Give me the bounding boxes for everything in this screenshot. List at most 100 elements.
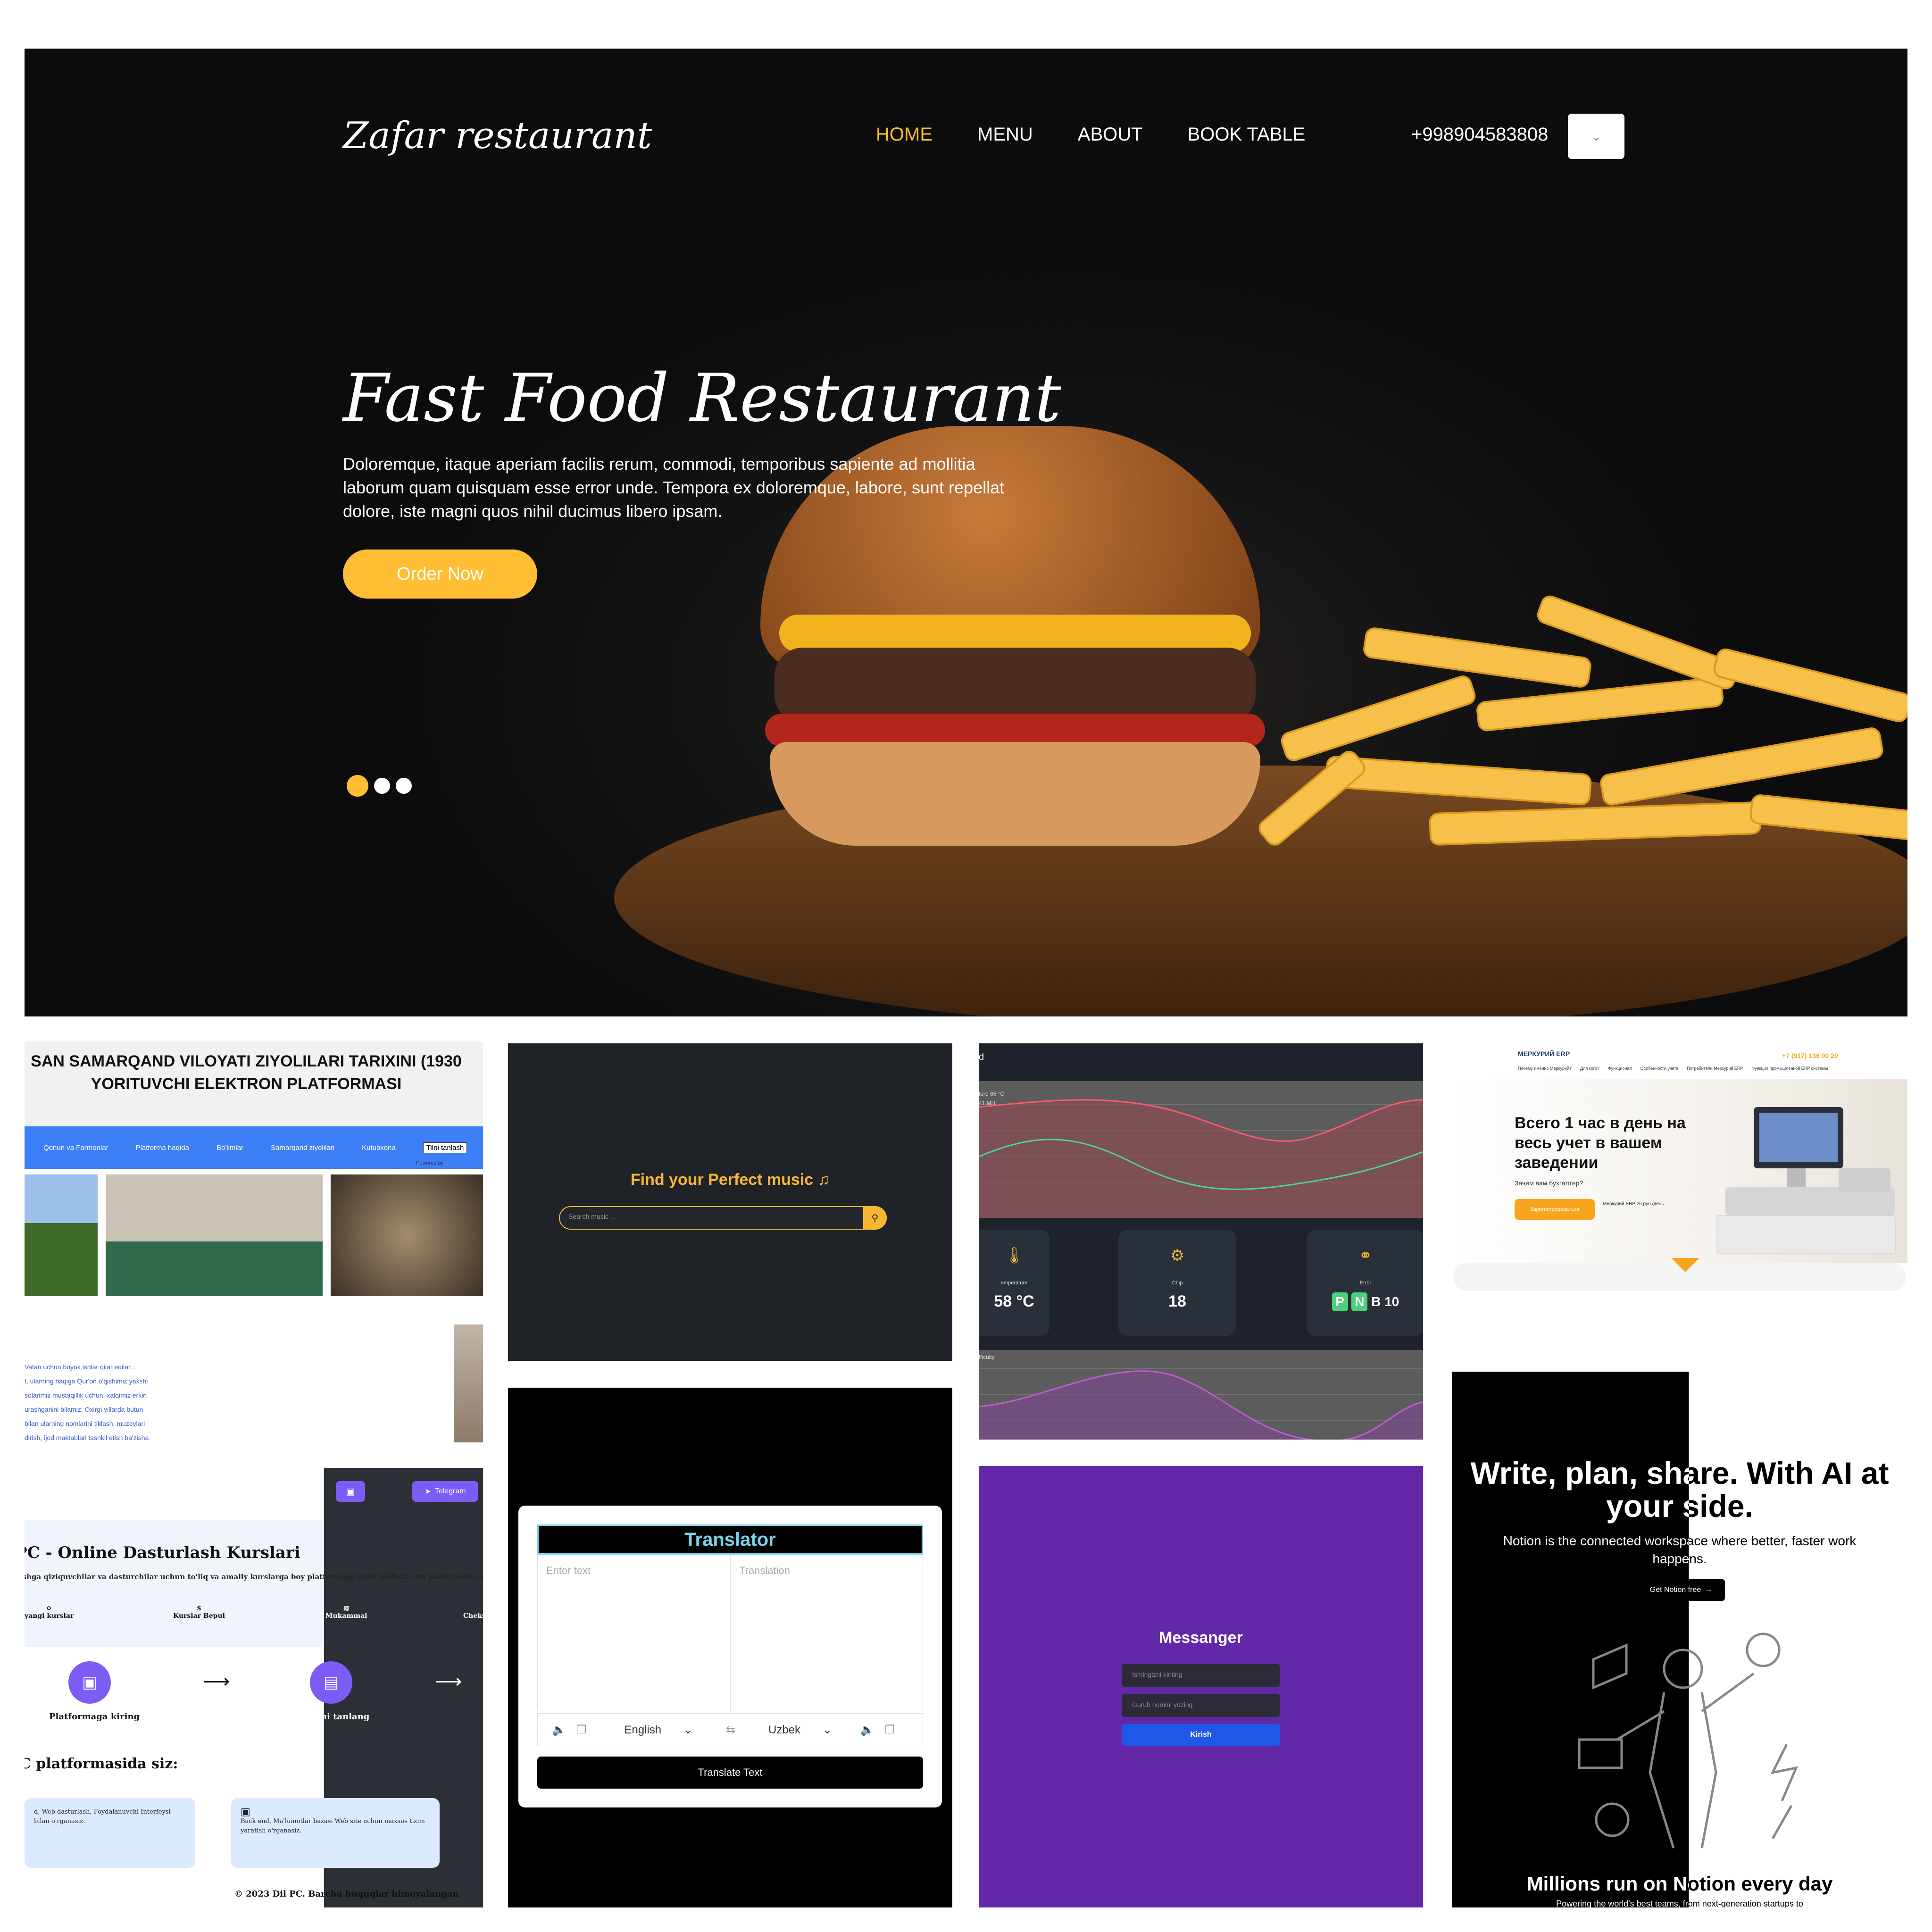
frontend-card[interactable]: d, Web dasturlash, Foydalanuvchi Interfe…	[25, 1798, 195, 1868]
source-language-select[interactable]: English ⌄	[624, 1723, 693, 1737]
error-value: B 10	[1371, 1294, 1399, 1309]
frequency-readout: 41 MH	[979, 1100, 996, 1107]
telegram-button[interactable]: ➤ Telegram	[412, 1481, 478, 1502]
copy-icon[interactable]: ❐	[885, 1723, 895, 1737]
intro-line[interactable]: bilan ularning nomlarini tiklash, muzeyl…	[25, 1416, 149, 1431]
lang-label: Uzbek	[768, 1723, 801, 1736]
register-button[interactable]: Зарегистрироваться	[1515, 1199, 1595, 1220]
section-heading: C platformasida siz:	[25, 1756, 178, 1772]
intro-line[interactable]: solarimiz mustaqillik uchun, xalqimiz er…	[25, 1388, 149, 1402]
chart-icon: ▩	[343, 1605, 350, 1612]
copyright-text: © 2023 Dil PC. Barcha huquqlar himoyalan…	[234, 1889, 459, 1899]
brand-logo[interactable]: МЕРКУРИЙ ERP	[1518, 1050, 1570, 1058]
chart-label: fficulty	[979, 1354, 995, 1360]
nav-item[interactable]: Функции промышленной ERP системы	[1751, 1066, 1828, 1071]
speaker-icon[interactable]: 🔈	[860, 1723, 874, 1737]
photo-trees	[25, 1174, 98, 1296]
arrow-right-icon: ⟶	[435, 1671, 462, 1692]
nav-library[interactable]: Kutubxona	[362, 1144, 396, 1152]
nav-about-platform[interactable]: Platforma haqida	[136, 1144, 189, 1152]
search-button[interactable]: ⚲	[863, 1206, 887, 1230]
card-label: Error	[1359, 1280, 1372, 1286]
site-logo[interactable]: Zafar restaurant	[343, 115, 652, 157]
feature-label: yangi kurslar	[25, 1612, 74, 1620]
get-notion-button[interactable]: Get Notion free →	[1637, 1579, 1725, 1601]
notion-landing-screenshot: Write, plan, share. With AI at your side…	[1452, 1372, 1907, 1907]
chip-icon: ⚙	[1170, 1247, 1185, 1265]
nav-book-table[interactable]: BOOK TABLE	[1188, 124, 1306, 145]
login-button[interactable]: Kirish	[1122, 1724, 1280, 1746]
nav-item[interactable]: Для кого?	[1580, 1066, 1599, 1071]
burger-bottom-bun	[770, 742, 1260, 846]
chevron-down-icon: ⌄	[683, 1723, 693, 1736]
messanger-login-screenshot: Messanger Ismingizni kiriting Guruh nomi…	[979, 1466, 1423, 1907]
nav-item[interactable]: Особенности учета	[1641, 1066, 1679, 1071]
hero-heading: Всего 1 час в день на весь учет в вашем …	[1515, 1114, 1686, 1172]
copy-icon[interactable]: ❐	[576, 1723, 587, 1737]
translation-textarea[interactable]: Translation	[730, 1556, 923, 1711]
nav-about[interactable]: ABOUT	[1078, 124, 1143, 145]
language-select[interactable]: ⌄	[1568, 114, 1624, 159]
cash-register-image	[1716, 1107, 1896, 1254]
platform-nav: Qonun va Farmonlar Platforma haqida Bo'l…	[25, 1126, 483, 1169]
samarqand-platform-screenshot: SAN SAMARQAND VILOYATI ZIYOLILARI TARIXI…	[25, 1041, 483, 1448]
translator-title: Translator	[537, 1524, 923, 1555]
intro-text: Vatan uchun buyuk ishlar qilar edilar...…	[25, 1360, 149, 1445]
slider-dot-2[interactable]	[374, 778, 390, 794]
restaurant-hero-screenshot: Zafar restaurant HOME MENU ABOUT BOOK TA…	[25, 49, 1907, 1016]
thermometer-icon: 🌡	[1004, 1247, 1024, 1265]
translator-screenshot: Translator Enter text Translation 🔈 ❐ En…	[508, 1388, 952, 1907]
order-now-button[interactable]: Order Now	[343, 550, 537, 599]
translator-card: Translator Enter text Translation 🔈 ❐ En…	[518, 1506, 942, 1807]
nav-item[interactable]: Функционал	[1608, 1066, 1632, 1071]
intro-line[interactable]: dirish, ijod maktablari tashkil etish ba…	[25, 1431, 149, 1445]
copyright: © 2023 Dil PC. Barcha huquqlar himoyalan…	[234, 1889, 458, 1899]
backend-card[interactable]: ▣ Back end, Ma'lumotlar bazasi Web site u…	[231, 1798, 440, 1868]
target-language-select[interactable]: Uzbek ⌄	[768, 1723, 832, 1737]
intro-line[interactable]: Vatan uchun buyuk ishlar qilar edilar...	[25, 1360, 149, 1374]
group-input[interactable]: Guruh nomini yozing	[1122, 1694, 1280, 1717]
intro-line[interactable]: urashganini bilamiz. Oxirgi yillarda but…	[25, 1402, 149, 1416]
nav-item[interactable]: Почему именно Меркурий?	[1518, 1066, 1572, 1071]
search-icon: ⚲	[871, 1213, 879, 1224]
phone-number[interactable]: +998904583808	[1411, 124, 1548, 145]
music-search-input[interactable]: Search music ... ⚲	[559, 1206, 887, 1230]
slider-dot-3[interactable]	[396, 778, 412, 794]
nav-home[interactable]: HOME	[876, 124, 933, 145]
nav-item[interactable]: Потребители Меркурий ERP	[1687, 1066, 1743, 1071]
hero-title: Fast Food Restaurant	[343, 360, 1061, 437]
site-logo-icon[interactable]: ▣	[336, 1481, 365, 1502]
hero-description: Doloremque, itaque aperiam facilis rerum…	[343, 454, 1005, 521]
swap-icon[interactable]: ⇆	[726, 1723, 735, 1737]
temperature-chart: ture 65 °C 41 MH	[979, 1081, 1423, 1218]
step-course-icon[interactable]: ▤	[310, 1661, 352, 1704]
phone[interactable]: +7 (917) 136 00 20	[1782, 1052, 1838, 1059]
name-input[interactable]: Ismingizni kiriting	[1122, 1664, 1280, 1687]
button-label: Get Notion free	[1649, 1586, 1701, 1594]
translate-button[interactable]: Translate Text	[537, 1757, 923, 1789]
status-chip: N	[1351, 1292, 1368, 1311]
music-title: Find your Perfect music ♫	[630, 1171, 830, 1189]
language-select[interactable]: Tilni tanlash	[423, 1142, 467, 1153]
page-title: PC - Online Dasturlash Kurslari	[25, 1543, 300, 1562]
feature-label: Mukammal	[325, 1612, 367, 1620]
price-note: Меркурий ERP 25 руб./день	[1603, 1201, 1664, 1207]
wave-chart-1	[979, 1099, 1423, 1218]
lang-label: English	[624, 1723, 662, 1736]
platform-title: SAN SAMARQAND VILOYATI ZIYOLILARI TARIXI…	[31, 1052, 462, 1093]
feature-label: Kurslar Bepul	[173, 1612, 225, 1620]
intro-line[interactable]: t, ularning haqiga Qur'on o'qishimiz yax…	[25, 1374, 149, 1388]
speaker-icon[interactable]: 🔈	[552, 1723, 566, 1737]
source-textarea[interactable]: Enter text	[537, 1556, 730, 1711]
nav-intellectuals[interactable]: Samarqand ziyolilari	[271, 1144, 334, 1152]
notion-heading: Write, plan, share. With AI at your side…	[1470, 1456, 1889, 1524]
slider-dot-1[interactable]	[347, 775, 368, 797]
button-label: Telegram	[434, 1487, 466, 1495]
step-course-label: Kursni tanlang	[298, 1712, 370, 1722]
nav-laws[interactable]: Qonun va Farmonlar	[43, 1144, 108, 1152]
step-login-icon[interactable]: ▣	[68, 1661, 111, 1704]
dollar-icon: $	[197, 1605, 201, 1612]
nav-menu[interactable]: MENU	[977, 124, 1033, 145]
wave-chart-2	[979, 1368, 1423, 1440]
nav-sections[interactable]: Bo'limlar	[217, 1144, 243, 1152]
